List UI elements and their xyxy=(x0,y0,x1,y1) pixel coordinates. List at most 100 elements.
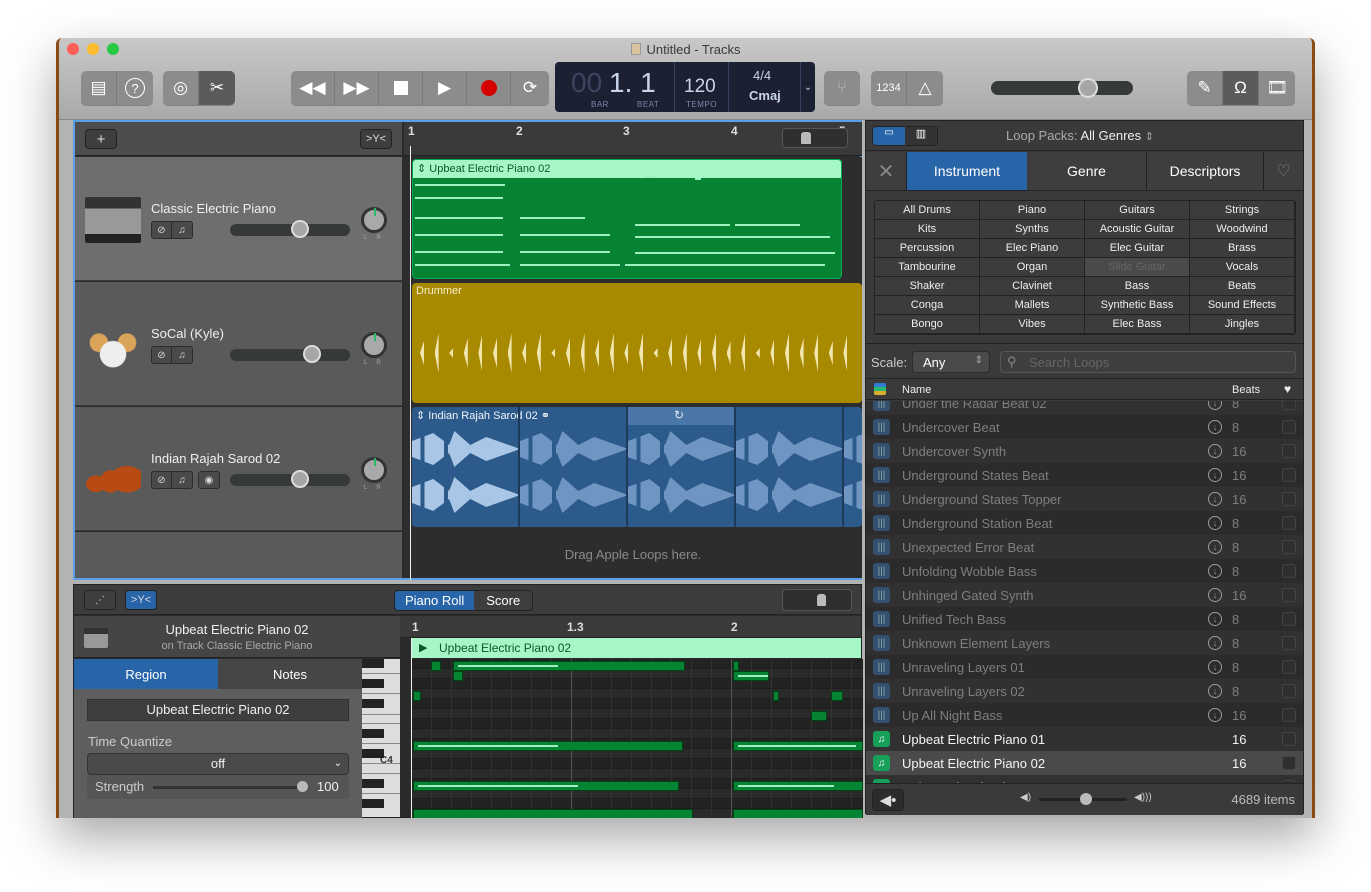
category-acoustic-guitar[interactable]: Acoustic Guitar xyxy=(1085,220,1190,239)
region-upbeat-electric-piano[interactable]: ⇕ Upbeat Electric Piano 02 xyxy=(412,159,842,279)
category-vocals[interactable]: Vocals xyxy=(1190,258,1295,277)
favorite-checkbox[interactable] xyxy=(1282,401,1296,410)
black-key[interactable] xyxy=(362,679,384,688)
midi-note[interactable] xyxy=(413,781,679,791)
category-elec-guitar[interactable]: Elec Guitar xyxy=(1085,239,1190,258)
track-volume-slider[interactable] xyxy=(230,474,350,486)
favorite-checkbox[interactable] xyxy=(1282,516,1296,530)
loop-row[interactable]: ||| Unified Tech Bass ↓ 8 xyxy=(866,607,1303,631)
favorite-checkbox[interactable] xyxy=(1282,444,1296,458)
loop-row[interactable]: ||| Undercover Beat ↓ 8 xyxy=(866,415,1303,439)
category-sound-effects[interactable]: Sound Effects xyxy=(1190,296,1295,315)
tab-instrument[interactable]: Instrument xyxy=(907,152,1027,190)
editor-ruler[interactable]: 1 1.3 2 xyxy=(400,616,861,638)
tab-piano-roll[interactable]: Piano Roll xyxy=(395,591,475,610)
column-name[interactable]: Name xyxy=(902,384,931,396)
loop-row[interactable]: ||| Unhinged Gated Synth ↓ 16 xyxy=(866,583,1303,607)
strength-slider[interactable] xyxy=(153,786,303,789)
category-bass[interactable]: Bass xyxy=(1085,277,1190,296)
download-icon[interactable]: ↓ xyxy=(1208,636,1222,650)
loop-row[interactable]: ||| Unfolding Wobble Bass ↓ 8 xyxy=(866,559,1303,583)
midi-note[interactable] xyxy=(831,691,843,701)
timeline-ruler[interactable]: 1 2 3 4 5 xyxy=(404,122,862,156)
midi-note[interactable] xyxy=(773,691,779,701)
category-brass[interactable]: Brass xyxy=(1190,239,1295,258)
input-monitor-button[interactable]: ◉ xyxy=(199,472,219,488)
category-synthetic-bass[interactable]: Synthetic Bass xyxy=(1085,296,1190,315)
solo-headphones-button[interactable]: ♫ xyxy=(172,347,192,363)
black-key[interactable] xyxy=(362,659,384,668)
piano-keyboard[interactable]: C4 xyxy=(362,659,400,817)
mute-button[interactable]: ⊘ xyxy=(152,222,172,238)
master-volume-slider[interactable] xyxy=(991,81,1133,95)
catch-playhead-button[interactable]: >Y< xyxy=(360,129,392,149)
loop-row[interactable]: ♫Upbeat Electric Piano 0516 xyxy=(866,775,1303,783)
category-organ[interactable]: Organ xyxy=(980,258,1085,277)
favorite-checkbox[interactable] xyxy=(1282,420,1296,434)
editor-region-bar[interactable]: ▶ Upbeat Electric Piano 02 xyxy=(411,638,861,658)
favorite-checkbox[interactable] xyxy=(1282,756,1296,770)
download-icon[interactable]: ↓ xyxy=(1208,492,1222,506)
category-conga[interactable]: Conga xyxy=(875,296,980,315)
editor-zoom-slider[interactable] xyxy=(782,589,852,611)
category-elec-bass[interactable]: Elec Bass xyxy=(1085,315,1190,334)
midi-note[interactable] xyxy=(431,661,441,671)
favorite-checkbox[interactable] xyxy=(1282,468,1296,482)
track-volume-slider[interactable] xyxy=(230,224,350,236)
favorite-checkbox[interactable] xyxy=(1282,564,1296,578)
category-elec-piano[interactable]: Elec Piano xyxy=(980,239,1085,258)
loop-row[interactable]: ||| Underground States Beat ↓ 16 xyxy=(866,463,1303,487)
category-kits[interactable]: Kits xyxy=(875,220,980,239)
region-indian-rajah-sarod[interactable]: ↻ ⇕ Indian Rajah Sarod 02 ⚭ xyxy=(412,407,862,527)
rewind-button[interactable]: ◀◀ xyxy=(291,71,335,105)
search-loops-input[interactable]: ⚲ Search Loops xyxy=(1000,351,1296,373)
category-all-drums[interactable]: All Drums xyxy=(875,201,980,220)
tab-descriptors[interactable]: Descriptors xyxy=(1147,152,1264,190)
loop-row[interactable]: ♫ Upbeat Electric Piano 01 16 xyxy=(866,727,1303,751)
solo-headphones-button[interactable]: ♫ xyxy=(172,472,192,488)
master-volume-knob[interactable] xyxy=(1077,78,1098,98)
midi-note[interactable] xyxy=(733,741,863,751)
loop-row[interactable]: ||| Underground States Topper ↓ 16 xyxy=(866,487,1303,511)
catch-playhead-editor-button[interactable]: >Y< xyxy=(125,590,157,610)
column-view-button[interactable]: ▥ xyxy=(905,127,937,145)
preview-speaker-button[interactable]: ◀• xyxy=(872,789,904,811)
mute-button[interactable]: ⊘ xyxy=(152,347,172,363)
tab-score[interactable]: Score xyxy=(474,591,533,610)
favorite-checkbox[interactable] xyxy=(1282,684,1296,698)
download-icon[interactable]: ↓ xyxy=(1208,516,1222,530)
category-woodwind[interactable]: Woodwind xyxy=(1190,220,1295,239)
midi-note[interactable] xyxy=(811,711,827,721)
category-mallets[interactable]: Mallets xyxy=(980,296,1085,315)
black-key[interactable] xyxy=(362,699,384,708)
midi-note[interactable] xyxy=(733,671,769,681)
pan-knob[interactable] xyxy=(361,207,387,233)
download-icon[interactable]: ↓ xyxy=(1208,564,1222,578)
loop-row[interactable]: ||| Up All Night Bass ↓ 16 xyxy=(866,703,1303,727)
smart-controls-button[interactable]: ◎ xyxy=(163,71,199,105)
mute-button[interactable]: ⊘ xyxy=(152,472,172,488)
count-in-button[interactable]: 1234 xyxy=(871,71,907,105)
button-view-button[interactable]: ▭ xyxy=(873,127,905,145)
editor-zoom-thumb[interactable] xyxy=(817,594,826,606)
favorite-checkbox[interactable] xyxy=(1282,660,1296,674)
reset-filter-button[interactable]: ✕ xyxy=(866,152,907,190)
black-key[interactable] xyxy=(362,749,384,758)
strength-slider-knob[interactable] xyxy=(297,781,308,792)
black-key[interactable] xyxy=(362,779,384,788)
column-beats[interactable]: Beats xyxy=(1232,384,1260,396)
add-track-button[interactable]: + xyxy=(85,129,117,149)
track-volume-slider[interactable] xyxy=(230,349,350,361)
track-header-classic-electric-piano[interactable]: Classic Electric Piano ⊘ ♫ LR xyxy=(75,157,402,281)
favorite-checkbox[interactable] xyxy=(1282,708,1296,722)
favorite-checkbox[interactable] xyxy=(1282,612,1296,626)
midi-note[interactable] xyxy=(453,661,685,671)
tab-genre[interactable]: Genre xyxy=(1027,152,1147,190)
play-button[interactable]: ▶ xyxy=(423,71,467,105)
tab-region[interactable]: Region xyxy=(74,659,218,689)
midi-note[interactable] xyxy=(733,661,739,671)
time-quantize-select[interactable]: off ⌄ xyxy=(87,753,349,775)
download-icon[interactable]: ↓ xyxy=(1208,708,1222,722)
solo-headphones-button[interactable]: ♫ xyxy=(172,222,192,238)
category-piano[interactable]: Piano xyxy=(980,201,1085,220)
